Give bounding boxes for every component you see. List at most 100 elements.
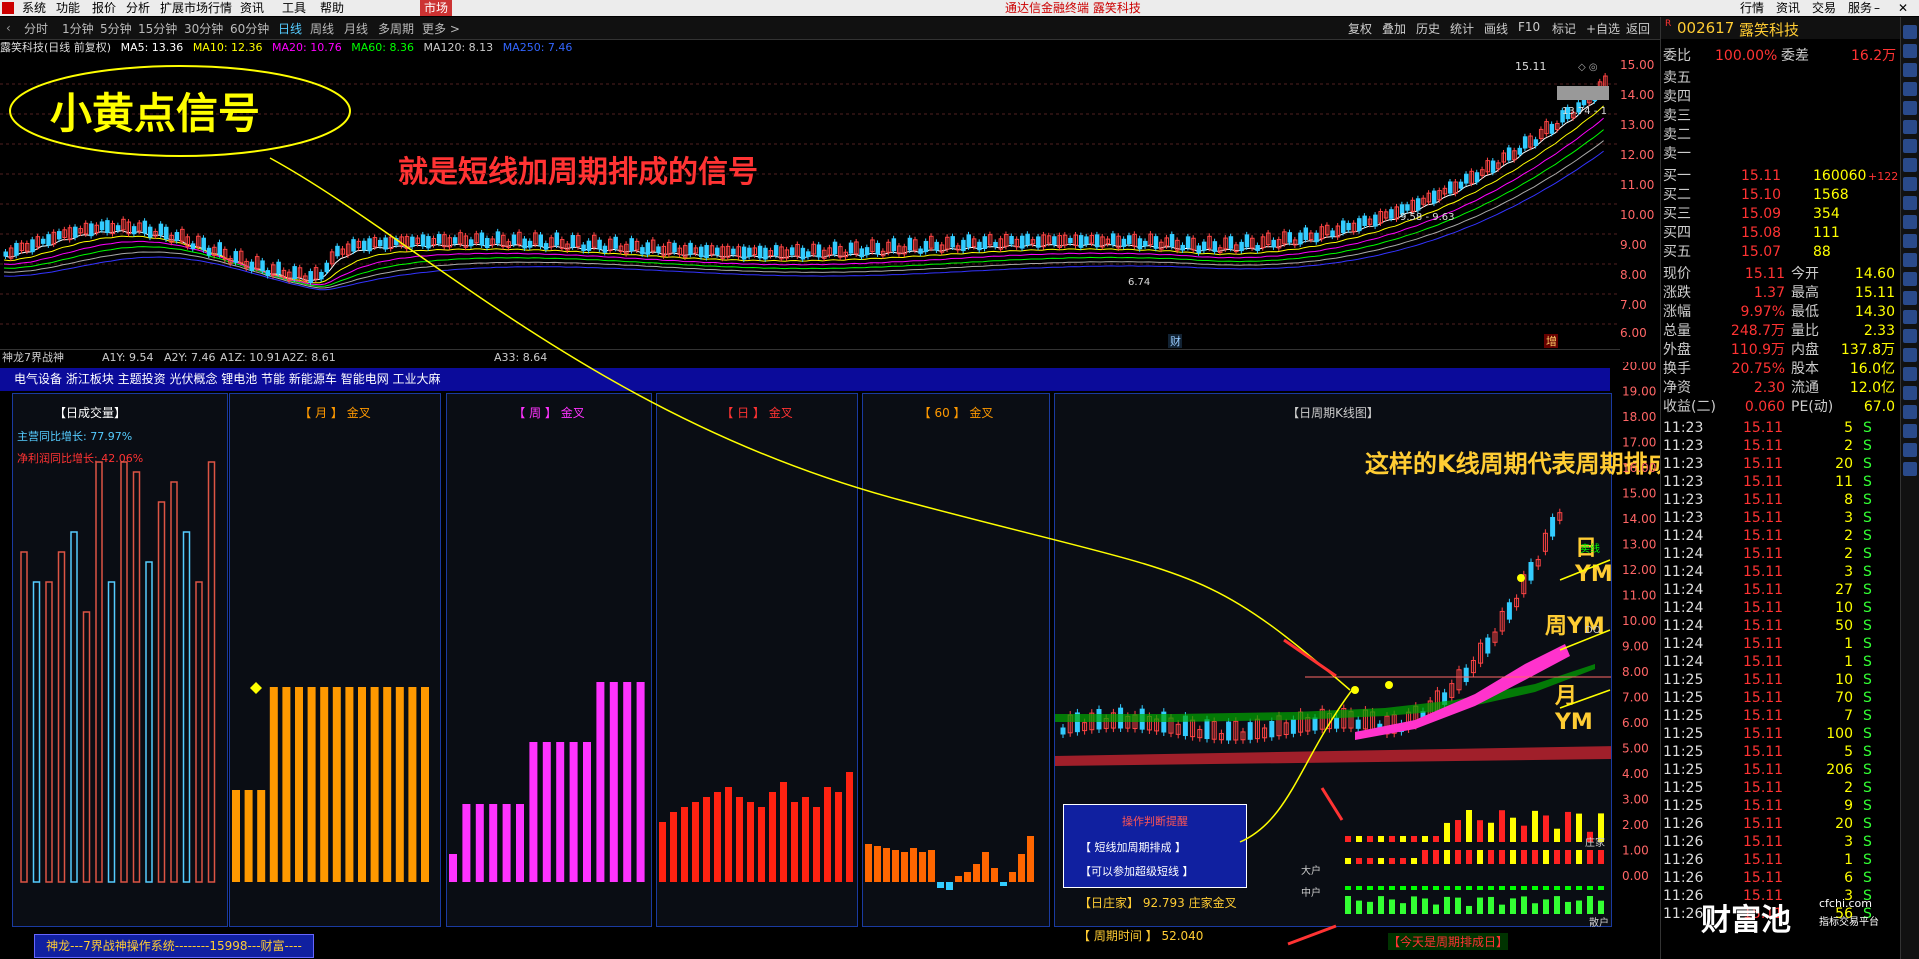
tick-price: 15.11 [1743,582,1784,598]
side-tool-icon[interactable] [1903,63,1917,77]
tick-price: 15.11 [1743,456,1784,472]
stat-label: PE(动) [1791,399,1834,415]
annotation-overlay [250,157,1611,946]
tick-time: 11:25 [1663,708,1704,724]
ask-row[interactable]: 卖五 [1663,69,1895,88]
tick-time: 11:24 [1663,654,1704,670]
side-tool-icon[interactable] [1903,120,1917,134]
side-tool-icon[interactable] [1903,310,1917,324]
tick-row: 11:23 15.11 5 S [1663,419,1895,437]
ask-row[interactable]: 卖四 [1663,88,1895,107]
side-tool-icon[interactable] [1903,405,1917,419]
side-tool-icon[interactable] [1903,234,1917,248]
tick-volume: 50 [1835,618,1853,634]
bid-row[interactable]: 买三 15.09 354 [1663,205,1895,224]
tick-time: 11:26 [1663,834,1704,850]
side-tool-icon[interactable] [1903,348,1917,362]
side-tool-icon[interactable] [1903,44,1917,58]
tick-price: 15.11 [1743,528,1784,544]
tick-row: 11:24 15.11 27 S [1663,581,1895,599]
stat-label: 净资 [1663,380,1691,396]
red-arrow [1287,924,1337,946]
tick-row: 11:25 15.11 10 S [1663,671,1895,689]
tick-price: 15.11 [1743,780,1784,796]
tick-side: S [1863,528,1872,544]
arrow-month [1559,689,1611,709]
tick-side: S [1863,474,1872,490]
side-tool-icon[interactable] [1903,177,1917,191]
stat-label: 内盘 [1791,342,1819,358]
tick-price: 15.11 [1743,762,1784,778]
tick-price: 15.11 [1743,834,1784,850]
side-tool-icon[interactable] [1903,462,1917,476]
tick-side: S [1863,780,1872,796]
r-badge: R [1665,19,1672,29]
side-tool-icon[interactable] [1903,25,1917,39]
side-tool-icon[interactable] [1903,215,1917,229]
side-tool-icon[interactable] [1903,272,1917,286]
tick-time: 11:25 [1663,690,1704,706]
side-tool-icon[interactable] [1903,443,1917,457]
weicha-value: 16.2万 [1851,48,1897,64]
tick-price: 15.11 [1743,654,1784,670]
tick-row: 11:24 15.11 1 S [1663,653,1895,671]
side-tool-icon[interactable] [1903,424,1917,438]
side-tool-icon[interactable] [1903,196,1917,210]
tick-side: S [1863,456,1872,472]
tick-time: 11:24 [1663,618,1704,634]
tick-side: S [1863,564,1872,580]
stat-value: 20.75% [1731,361,1785,377]
bid-label: 买二 [1663,187,1691,203]
tick-price: 15.11 [1743,708,1784,724]
ask-row[interactable]: 卖二 [1663,126,1895,145]
bid-row[interactable]: 买二 15.10 1568 [1663,186,1895,205]
bid-volume: 1568 [1813,187,1849,203]
tick-row: 11:23 15.11 11 S [1663,473,1895,491]
callout-arrow-line [1239,689,1353,843]
tick-time: 11:23 [1663,474,1704,490]
watermark-site: cfchi.com [1819,897,1872,910]
tick-volume: 70 [1835,690,1853,706]
side-tool-icon[interactable] [1903,386,1917,400]
stat-label: 外盘 [1663,342,1691,358]
tick-volume: 3 [1844,564,1853,580]
tick-volume: 27 [1835,582,1853,598]
tick-time: 11:25 [1663,798,1704,814]
tick-time: 11:23 [1663,510,1704,526]
stat-row: 收益(二) 0.060 PE(动) 67.0 [1661,398,1901,417]
tick-side: S [1863,762,1872,778]
tick-volume: 6 [1844,870,1853,886]
watermark-sub: 指标交易平台 [1819,917,1879,928]
side-tool-icon[interactable] [1903,291,1917,305]
side-tool-icon[interactable] [1903,158,1917,172]
tick-volume: 2 [1844,780,1853,796]
stat-label: 涨幅 [1663,304,1691,320]
bid-row[interactable]: 买一 15.11 160060 +122 [1663,167,1898,186]
ask-row[interactable]: 卖一 [1663,145,1895,164]
tick-time: 11:25 [1663,672,1704,688]
quote-header: R 002617 露笑科技 [1661,17,1901,39]
bid-row[interactable]: 买四 15.08 111 [1663,224,1895,243]
side-tool-icon[interactable] [1903,139,1917,153]
tick-row: 11:25 15.11 7 S [1663,707,1895,725]
tick-row: 11:25 15.11 9 S [1663,797,1895,815]
red-arrow [1283,638,1337,678]
tick-row: 11:24 15.11 50 S [1663,617,1895,635]
stat-value: 9.97% [1740,304,1785,320]
tick-price: 15.11 [1743,438,1784,454]
tick-side: S [1863,636,1872,652]
tick-row: 11:26 15.11 20 S [1663,815,1895,833]
stat-label: 股本 [1791,361,1819,377]
side-tool-icon[interactable] [1903,82,1917,96]
ask-label: 卖四 [1663,89,1691,105]
side-tool-icon[interactable] [1903,253,1917,267]
side-tool-icon[interactable] [1903,101,1917,115]
tick-row: 11:24 15.11 1 S [1663,635,1895,653]
side-tool-icon[interactable] [1903,329,1917,343]
bid-row[interactable]: 买五 15.07 88 [1663,243,1895,262]
ask-row[interactable]: 卖三 [1663,107,1895,126]
bid-volume: 88 [1813,244,1831,260]
tick-time: 11:26 [1663,816,1704,832]
stat-row: 净资 2.30 流通 12.0亿 [1661,379,1901,398]
side-tool-icon[interactable] [1903,367,1917,381]
